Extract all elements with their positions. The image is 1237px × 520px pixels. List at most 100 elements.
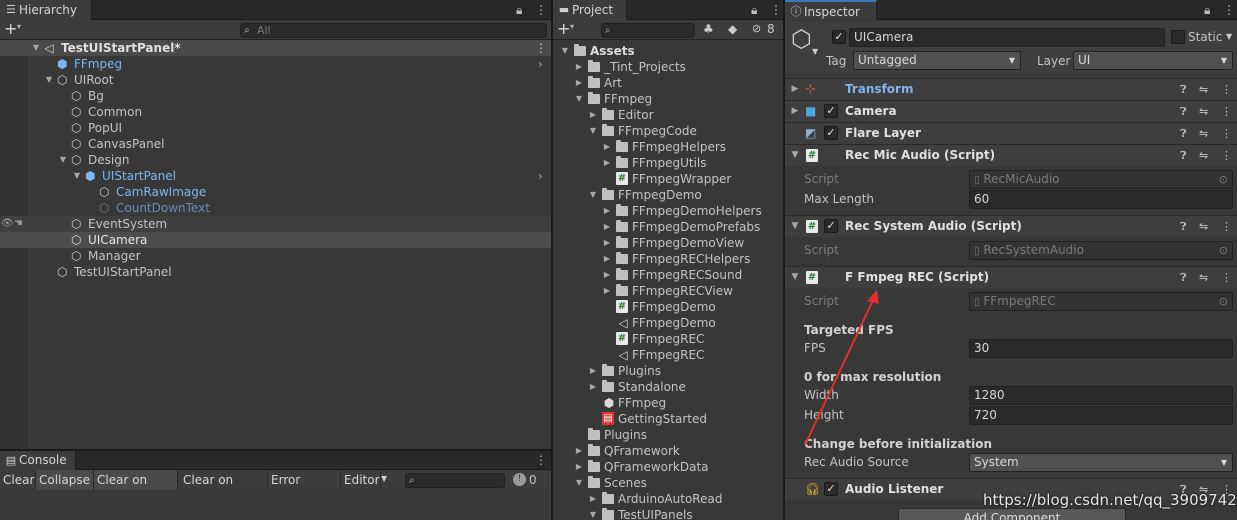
expand-arrow-icon[interactable]: ▶ bbox=[602, 235, 612, 251]
add-icon[interactable]: + bbox=[557, 20, 570, 38]
tab-console[interactable]: ▤ Console bbox=[0, 451, 76, 470]
tag-dropdown[interactable]: Untagged ▼ bbox=[853, 51, 1021, 70]
expand-arrow-icon[interactable]: ▶ bbox=[790, 79, 800, 100]
more-icon[interactable]: ⋮ bbox=[1221, 123, 1232, 144]
preset-icon[interactable]: ⇋ bbox=[1199, 101, 1208, 122]
component-flare-layer[interactable]: ◩ ✓ Flare Layer ❓︎ ⇋ ⋮ bbox=[785, 122, 1237, 144]
hierarchy-item[interactable]: 👁︎ ☚ ⬡ EventSystem bbox=[0, 216, 551, 232]
project-item[interactable]: ▼ TestUIPanels bbox=[553, 507, 783, 520]
expand-arrow-icon[interactable]: ▶ bbox=[602, 283, 612, 299]
console-search-input[interactable]: ⌕ bbox=[405, 473, 505, 488]
project-item[interactable]: ▶ _Tint_Projects bbox=[553, 59, 783, 75]
expand-arrow-icon[interactable]: ▼ bbox=[790, 145, 800, 166]
layer-dropdown[interactable]: UI ▼ bbox=[1073, 51, 1233, 70]
project-item[interactable]: ▶ Art bbox=[553, 75, 783, 91]
component-rec-mic-audio[interactable]: ▼ # Rec Mic Audio (Script) ❓︎ ⇋ ⋮ bbox=[785, 144, 1237, 166]
collapse-button[interactable]: Collapse bbox=[36, 470, 94, 490]
expand-arrow-icon[interactable]: ▶ bbox=[574, 443, 584, 459]
project-item[interactable]: ◁ FFmpegDemo bbox=[553, 315, 783, 331]
expand-arrow-icon[interactable]: ▶ bbox=[588, 363, 598, 379]
object-picker-icon[interactable]: ⊙ bbox=[1219, 171, 1228, 188]
preset-icon[interactable]: ⇋ bbox=[1199, 79, 1208, 100]
expand-arrow-icon[interactable]: ▶ bbox=[588, 107, 598, 123]
expand-arrow-icon[interactable]: ▶ bbox=[602, 203, 612, 219]
expand-arrow-icon[interactable]: ▶ bbox=[574, 59, 584, 75]
tab-project[interactable]: ▬ Project bbox=[553, 0, 627, 20]
tab-inspector[interactable]: ⓘ Inspector bbox=[785, 0, 877, 20]
rec-system-script-field[interactable]: ▯ RecSystemAudio ⊙ bbox=[969, 241, 1233, 260]
preset-icon[interactable]: ⇋ bbox=[1199, 145, 1208, 166]
help-icon[interactable]: ❓︎ bbox=[1180, 216, 1187, 237]
expand-arrow-icon[interactable]: ▶ bbox=[574, 459, 584, 475]
add-icon[interactable]: + bbox=[4, 20, 17, 38]
expand-arrow-icon[interactable]: ▼ bbox=[31, 40, 41, 56]
expand-arrow-icon[interactable]: ▼ bbox=[588, 123, 598, 139]
expand-arrow-icon[interactable]: ▶ bbox=[602, 267, 612, 283]
max-length-field[interactable]: 60 bbox=[969, 190, 1233, 209]
object-picker-icon[interactable]: ⊙ bbox=[1219, 242, 1228, 259]
project-item[interactable]: ▶ Editor bbox=[553, 107, 783, 123]
expand-arrow-icon[interactable]: ▶ bbox=[602, 219, 612, 235]
tab-hierarchy[interactable]: ☰ Hierarchy bbox=[0, 0, 92, 20]
help-icon[interactable]: ❓︎ bbox=[1180, 267, 1187, 288]
component-camera[interactable]: ▶ ■ ✓ Camera ❓︎ ⇋ ⋮ bbox=[785, 100, 1237, 122]
flare-enabled-checkbox[interactable]: ✓ bbox=[824, 126, 838, 140]
component-rec-system-audio[interactable]: ▼ # ✓ Rec System Audio (Script) ❓︎ ⇋ ⋮ bbox=[785, 215, 1237, 237]
project-item[interactable]: ▶ FFmpegDemoHelpers bbox=[553, 203, 783, 219]
help-icon[interactable]: ❓︎ bbox=[1180, 123, 1187, 144]
hierarchy-item[interactable]: ▼ ⬡ UIRoot bbox=[0, 72, 551, 88]
project-item[interactable]: ▤ GettingStarted bbox=[553, 411, 783, 427]
project-item[interactable]: # FFmpegREC bbox=[553, 331, 783, 347]
hierarchy-item[interactable]: ⬡ Bg bbox=[0, 88, 551, 104]
more-icon[interactable]: ⋮ bbox=[1221, 79, 1232, 100]
pickable-hand-icon[interactable]: ☚ bbox=[14, 216, 23, 232]
expand-arrow-icon[interactable]: ▼ bbox=[574, 475, 584, 491]
component-transform[interactable]: ▶ ⊹ Transform ❓︎ ⇋ ⋮ bbox=[785, 78, 1237, 100]
project-item[interactable]: ▼ FFmpegDemo bbox=[553, 187, 783, 203]
project-item[interactable]: ▶ FFmpegDemoView bbox=[553, 235, 783, 251]
editor-dropdown[interactable]: Editor bbox=[341, 470, 381, 490]
rec-audio-source-dropdown[interactable]: System ▼ bbox=[969, 453, 1233, 472]
preset-icon[interactable]: ⇋ bbox=[1199, 267, 1208, 288]
project-item[interactable]: ▶ FFmpegHelpers bbox=[553, 139, 783, 155]
height-field[interactable]: 720 bbox=[969, 406, 1233, 425]
project-item[interactable]: ◁ FFmpegREC bbox=[553, 347, 783, 363]
hidden-packages-icon[interactable]: ⊘ bbox=[752, 22, 761, 35]
more-icon[interactable]: ⋮ bbox=[535, 453, 547, 467]
project-item[interactable]: ▶ QFrameworkData bbox=[553, 459, 783, 475]
expand-arrow-icon[interactable]: ▶ bbox=[574, 75, 584, 91]
hierarchy-item[interactable]: ⬢ FFmpeg › bbox=[0, 56, 551, 72]
expand-arrow-icon[interactable]: ▼ bbox=[72, 168, 82, 184]
rec-system-enabled-checkbox[interactable]: ✓ bbox=[824, 219, 838, 233]
project-item[interactable]: Plugins bbox=[553, 427, 783, 443]
project-item[interactable]: ▼ FFmpeg bbox=[553, 91, 783, 107]
audio-listener-enabled-checkbox[interactable]: ✓ bbox=[824, 482, 838, 496]
expand-arrow-icon[interactable]: ▶ bbox=[588, 491, 598, 507]
chevron-right-icon[interactable]: › bbox=[538, 168, 543, 184]
project-item[interactable]: ▶ Plugins bbox=[553, 363, 783, 379]
object-picker-icon[interactable]: ⊙ bbox=[1219, 293, 1228, 310]
chevron-down-icon[interactable]: ▼ bbox=[812, 47, 818, 56]
clear-on-build-button[interactable]: Clear on Build bbox=[180, 470, 268, 507]
fps-field[interactable]: 30 bbox=[969, 339, 1233, 358]
hierarchy-item[interactable]: ⬡ UICamera bbox=[0, 232, 551, 248]
expand-arrow-icon[interactable]: ▶ bbox=[588, 379, 598, 395]
hierarchy-item[interactable]: ⬡ PopUI bbox=[0, 120, 551, 136]
scene-more-icon[interactable]: ⋮ bbox=[535, 40, 547, 56]
project-item[interactable]: ▶ Standalone bbox=[553, 379, 783, 395]
width-field[interactable]: 1280 bbox=[969, 386, 1233, 405]
expand-arrow-icon[interactable]: ▼ bbox=[560, 43, 570, 59]
project-item[interactable]: ▶ FFmpegDemoPrefabs bbox=[553, 219, 783, 235]
more-icon[interactable]: ⋮ bbox=[1223, 3, 1235, 17]
expand-arrow-icon[interactable]: ▼ bbox=[790, 216, 800, 237]
preset-icon[interactable]: ⇋ bbox=[1199, 123, 1208, 144]
hierarchy-item[interactable]: ⬡ CamRawImage bbox=[0, 184, 551, 200]
lock-icon[interactable]: 🔒︎ bbox=[751, 3, 757, 18]
chevron-down-icon[interactable]: ▼ bbox=[381, 474, 387, 483]
expand-arrow-icon[interactable]: ▼ bbox=[44, 72, 54, 88]
error-pause-button[interactable]: Error Pause bbox=[268, 470, 341, 507]
component-ffmpeg-rec[interactable]: ▼ # F Fmpeg REC (Script) ❓︎ ⇋ ⋮ bbox=[785, 266, 1237, 288]
project-item[interactable]: ▼ FFmpegCode bbox=[553, 123, 783, 139]
lock-icon[interactable]: 🔒︎ bbox=[516, 3, 522, 18]
project-item[interactable]: ▼ Assets bbox=[553, 43, 783, 59]
